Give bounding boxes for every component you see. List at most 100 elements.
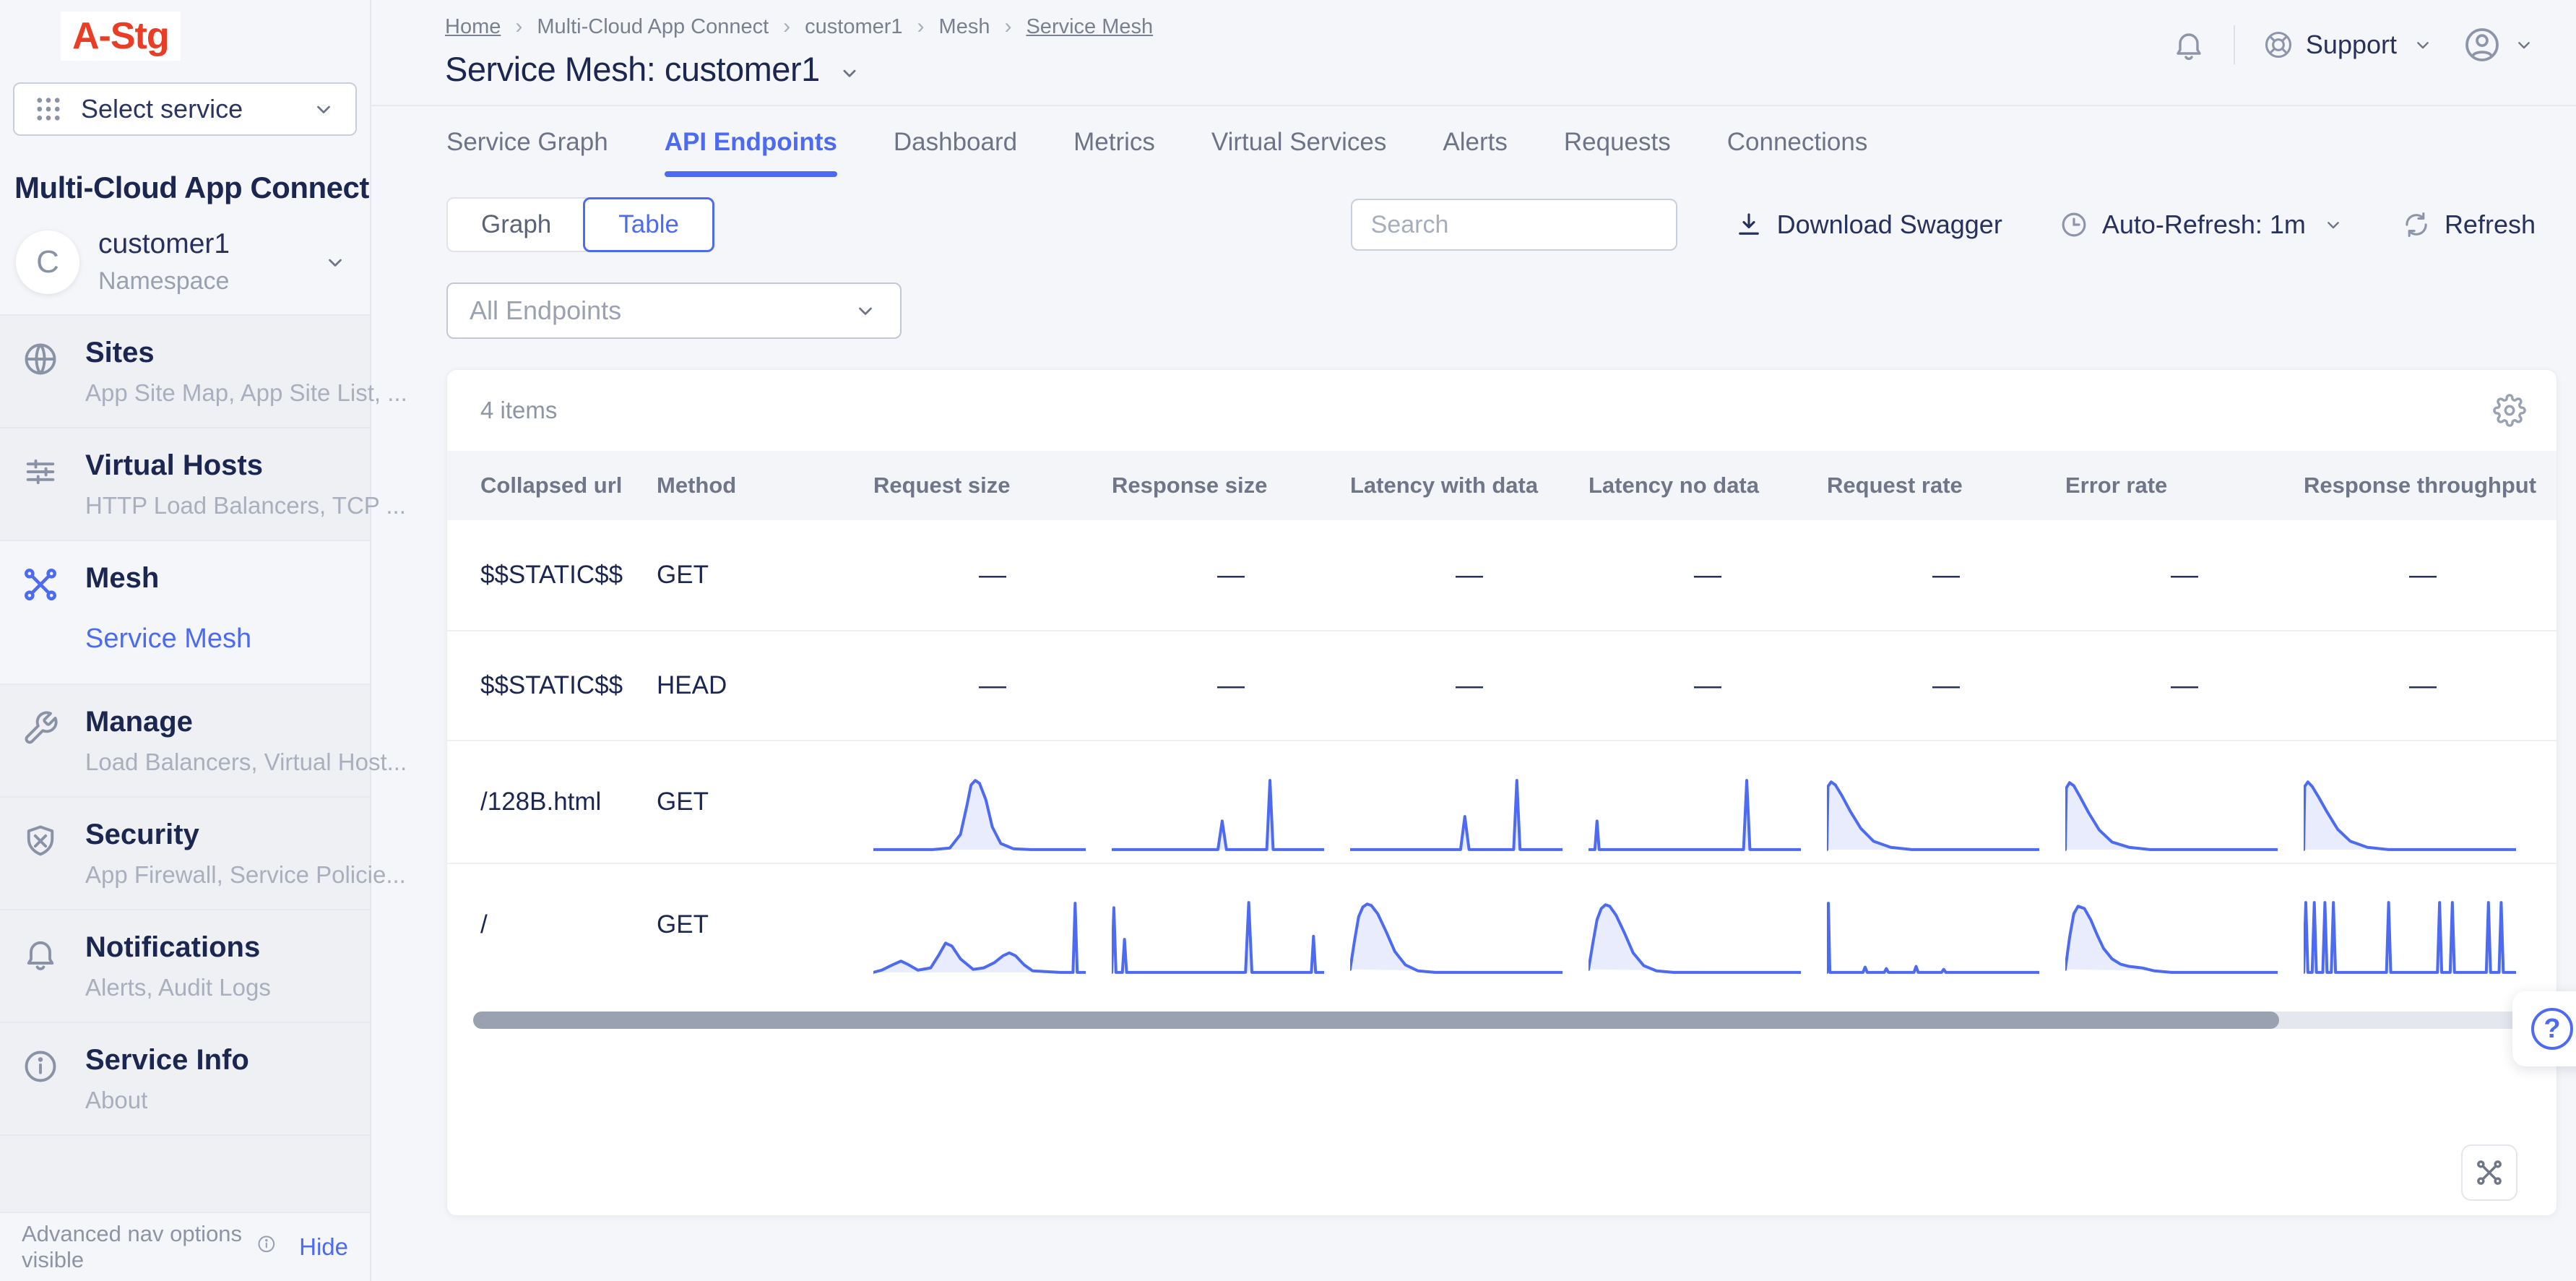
- horizontal-scrollbar[interactable]: [473, 1012, 2529, 1029]
- namespace-avatar: C: [16, 230, 79, 294]
- cell-method: GET: [657, 788, 873, 816]
- column-header-method[interactable]: Method: [657, 451, 873, 520]
- clock-icon: [2059, 210, 2089, 240]
- tab-service-graph[interactable]: Service Graph: [446, 128, 608, 177]
- gear-icon[interactable]: [2493, 394, 2526, 427]
- tab-dashboard[interactable]: Dashboard: [894, 128, 1017, 177]
- sidebar-item-security[interactable]: SecurityApp Firewall, Service Policie...: [0, 796, 370, 909]
- cell-collapsed-url: $$STATIC$$: [447, 671, 657, 700]
- column-header-latency-with-data[interactable]: Latency with data: [1350, 451, 1589, 520]
- cell-latency-no-data: [1589, 741, 1827, 863]
- cell-response-throughput: —: [2304, 520, 2542, 630]
- endpoints-table-card: 4 items Collapsed urlMethodRequest sizeR…: [446, 369, 2557, 1216]
- tab-alerts[interactable]: Alerts: [1443, 128, 1507, 177]
- info-icon: [256, 1234, 277, 1260]
- sidebar-item-sites[interactable]: SitesApp Site Map, App Site List, ...: [0, 314, 370, 427]
- table-row[interactable]: /GET: [447, 863, 2556, 985]
- namespace-selector[interactable]: C customer1 Namespace: [0, 228, 370, 314]
- empty-value: —: [1694, 560, 1721, 591]
- fullscreen-mesh-button[interactable]: [2461, 1144, 2517, 1201]
- cell-response-throughput: —: [2304, 631, 2542, 740]
- tab-bar: Service Graph API Endpoints Dashboard Metri…: [446, 128, 2576, 177]
- sidebar-item-subtitle: App Site Map, App Site List, ...: [85, 379, 407, 407]
- product-heading: Multi-Cloud App Connect: [14, 171, 370, 205]
- sidebar-item-subtitle: Alerts, Audit Logs: [85, 974, 271, 1001]
- view-toggle: Graph Table: [446, 197, 714, 252]
- sidebar-sublink-service-mesh[interactable]: Service Mesh: [85, 624, 251, 655]
- cell-latency-with-data: [1350, 864, 1589, 985]
- breadcrumb-item-service-mesh[interactable]: Service Mesh: [1026, 15, 1153, 39]
- sidebar-item-texts: Sites App Site Map, App Site List, ...: [85, 336, 407, 407]
- sidebar-item-texts: MeshService Mesh: [85, 561, 251, 663]
- tab-virtual-services[interactable]: Virtual Services: [1211, 128, 1387, 177]
- chevron-down-icon: [2512, 33, 2536, 56]
- auto-refresh-label: Auto-Refresh: 1m: [2102, 210, 2306, 240]
- support-menu[interactable]: Support: [2262, 29, 2434, 61]
- breadcrumb-item-customer1[interactable]: customer1: [805, 15, 902, 39]
- endpoint-filter-dropdown[interactable]: All Endpoints: [446, 282, 902, 339]
- cell-request-size: —: [873, 631, 1112, 740]
- sidebar-item-title: Sites: [85, 336, 407, 369]
- column-header-request-rate[interactable]: Request rate: [1827, 451, 2065, 520]
- column-header-error-rate[interactable]: Error rate: [2065, 451, 2304, 520]
- chevron-down-icon: [2411, 33, 2434, 56]
- hide-nav-link[interactable]: Hide: [299, 1233, 348, 1261]
- cell-collapsed-url: $$STATIC$$: [447, 561, 657, 590]
- sidebar: A-Stg Select service Multi-Cloud App Con…: [0, 0, 371, 1281]
- tab-connections[interactable]: Connections: [1727, 128, 1868, 177]
- view-toggle-graph[interactable]: Graph: [448, 199, 584, 251]
- sidebar-item-manage[interactable]: ManageLoad Balancers, Virtual Host...: [0, 683, 370, 796]
- breadcrumb-item-multi-cloud-app-connect[interactable]: Multi-Cloud App Connect: [537, 15, 769, 39]
- table-row[interactable]: /128B.htmlGET: [447, 740, 2556, 863]
- column-header-latency-no-data[interactable]: Latency no data: [1589, 451, 1827, 520]
- tab-requests[interactable]: Requests: [1564, 128, 1671, 177]
- empty-value: —: [1456, 670, 1483, 702]
- chevron-down-icon: [2322, 213, 2345, 236]
- cell-latency-no-data: —: [1589, 631, 1827, 740]
- notifications-bell-icon[interactable]: [2171, 27, 2206, 62]
- cell-error-rate: —: [2065, 631, 2304, 740]
- scrollbar-thumb[interactable]: [473, 1012, 2279, 1029]
- cell-response-size: —: [1112, 631, 1350, 740]
- table-row[interactable]: $$STATIC$$HEAD———————: [447, 630, 2556, 740]
- globe-icon: [22, 340, 59, 378]
- sidebar-item-service-info[interactable]: Service InfoAbout: [0, 1022, 370, 1134]
- cell-latency-with-data: —: [1350, 631, 1589, 740]
- download-swagger-button[interactable]: Download Swagger: [1734, 210, 2002, 240]
- sidebar-item-title: Virtual Hosts: [85, 449, 406, 482]
- sidebar-item-mesh[interactable]: MeshService Mesh: [0, 540, 370, 683]
- title-chevron-down-icon[interactable]: [837, 61, 862, 85]
- auto-refresh-dropdown[interactable]: Auto-Refresh: 1m: [2059, 210, 2345, 240]
- account-menu[interactable]: [2462, 25, 2536, 65]
- controls-row: Graph Table Download Swagger Auto-Refres…: [446, 197, 2536, 252]
- grid-icon: [33, 94, 64, 124]
- namespace-name: customer1: [98, 228, 303, 260]
- cell-collapsed-url: /: [447, 910, 657, 939]
- help-button[interactable]: ?: [2512, 991, 2576, 1066]
- breadcrumb-item-mesh[interactable]: Mesh: [939, 15, 990, 39]
- refresh-button[interactable]: Refresh: [2401, 210, 2536, 240]
- sidebar-item-virtual-hosts[interactable]: Virtual HostsHTTP Load Balancers, TCP ..…: [0, 427, 370, 540]
- cell-method: HEAD: [657, 671, 873, 700]
- empty-value: —: [979, 670, 1006, 702]
- breadcrumb-item-home[interactable]: Home: [445, 15, 501, 39]
- select-service-dropdown[interactable]: Select service: [13, 82, 357, 136]
- view-toggle-table[interactable]: Table: [583, 197, 714, 252]
- column-header-collapsed-url[interactable]: Collapsed url: [447, 451, 657, 520]
- download-swagger-label: Download Swagger: [1777, 210, 2002, 240]
- column-header-response-size[interactable]: Response size: [1112, 451, 1350, 520]
- chevron-down-icon: [852, 298, 878, 324]
- sidebar-item-subtitle: Load Balancers, Virtual Host...: [85, 749, 407, 776]
- column-header-response-throughput[interactable]: Response throughput: [2304, 451, 2542, 520]
- sliders-icon: [22, 453, 59, 491]
- search-input[interactable]: [1351, 199, 1677, 251]
- empty-value: —: [1932, 670, 1960, 702]
- column-header-request-size[interactable]: Request size: [873, 451, 1112, 520]
- cell-error-rate: [2065, 864, 2304, 985]
- table-row[interactable]: $$STATIC$$GET———————: [447, 520, 2556, 630]
- tab-api-endpoints[interactable]: API Endpoints: [665, 128, 837, 177]
- tab-metrics[interactable]: Metrics: [1073, 128, 1155, 177]
- sparkline-latency-with-data: [1350, 777, 1563, 853]
- sidebar-item-notifications[interactable]: NotificationsAlerts, Audit Logs: [0, 909, 370, 1022]
- empty-value: —: [1217, 560, 1245, 591]
